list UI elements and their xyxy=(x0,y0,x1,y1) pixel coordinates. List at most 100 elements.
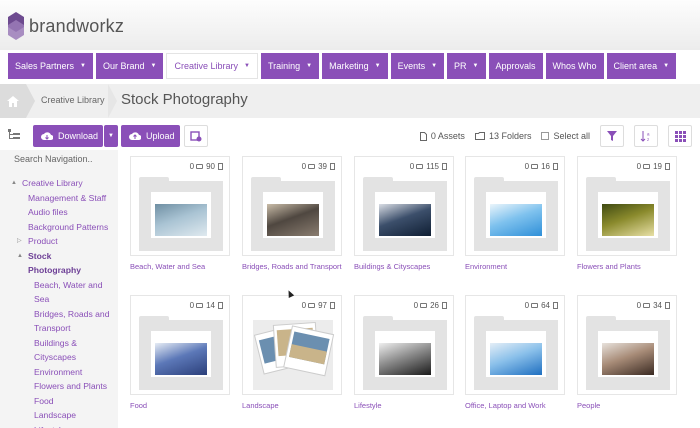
upload-button[interactable]: Upload xyxy=(121,125,180,147)
expand-icon[interactable]: ▷ xyxy=(17,234,22,249)
tree-item[interactable]: ▲ Creative Library xyxy=(0,176,118,191)
svg-text:a: a xyxy=(647,131,650,136)
select-all-checkbox[interactable]: Select all xyxy=(541,131,590,141)
folder-settings-button[interactable] xyxy=(184,125,208,147)
filter-button[interactable] xyxy=(600,125,624,147)
chevron-down-icon: ▼ xyxy=(431,63,438,69)
toolbar-right: 0 Assets 13 Folders Select all a z xyxy=(419,125,692,147)
tree-item-label: Bridges, Roads and xyxy=(34,308,110,319)
tree-item-label: Beach, Water and xyxy=(34,279,103,290)
file-icon xyxy=(442,163,447,170)
folder-card[interactable]: 0 19 xyxy=(577,156,677,256)
tree-item[interactable]: Beach, Water and xyxy=(0,278,118,293)
logo[interactable]: brandworkz xyxy=(8,12,124,40)
collapse-icon[interactable]: ▲ xyxy=(11,176,17,191)
tree-item[interactable]: Food xyxy=(0,394,118,409)
folder-card[interactable]: 0 97 xyxy=(242,295,342,395)
folder-name-link[interactable]: Bridges, Roads and Transport xyxy=(242,262,342,271)
folder-name-link[interactable]: Environment xyxy=(465,262,507,271)
folder-icon xyxy=(643,164,651,169)
home-button[interactable] xyxy=(0,84,26,118)
tree-item[interactable]: Cityscapes xyxy=(0,350,118,365)
folder-name-link[interactable]: Landscape xyxy=(242,401,279,410)
nav-item-events[interactable]: Events ▼ xyxy=(390,53,445,79)
search-navigation-input[interactable]: Search Navigation.. xyxy=(14,154,93,164)
tree-item[interactable]: Audio files xyxy=(0,205,118,220)
nav-item-whos-who[interactable]: Whos Who xyxy=(545,53,604,79)
logo-mark-icon xyxy=(8,12,24,40)
subfolder-count: 0 xyxy=(636,162,642,171)
tree-item[interactable]: Flowers and Plants xyxy=(0,379,118,394)
nav-item-sales-partners[interactable]: Sales Partners ▼ xyxy=(8,53,93,79)
download-button[interactable]: Download xyxy=(33,125,103,147)
settings-icon xyxy=(190,131,202,142)
checkbox-box[interactable] xyxy=(541,132,550,140)
nav-item-label: Approvals xyxy=(495,61,536,71)
nav-item-creative-library[interactable]: Creative Library ▼ xyxy=(166,53,258,79)
tree-item[interactable]: Landscape xyxy=(0,408,118,423)
folders-count: 13 Folders xyxy=(474,131,531,141)
folder-thumbnail-image xyxy=(379,343,431,375)
folder-name-link[interactable]: Food xyxy=(130,401,147,410)
tree-item[interactable]: Photography xyxy=(0,263,118,278)
tree-item[interactable]: Transport xyxy=(0,321,118,336)
folder-card[interactable]: 0 34 xyxy=(577,295,677,395)
folder-card[interactable]: 0 39 xyxy=(242,156,342,256)
file-icon xyxy=(218,163,223,170)
nav-item-client-area[interactable]: Client area ▼ xyxy=(606,53,677,79)
download-options-button[interactable]: ▼ xyxy=(104,125,118,147)
chevron-down-icon: ▼ xyxy=(374,63,381,69)
folder-name-link[interactable]: Office, Laptop and Work xyxy=(465,401,546,410)
folder-name-link[interactable]: Beach, Water and Sea xyxy=(130,262,205,271)
subfolder-count: 0 xyxy=(636,301,642,310)
folder-name-link[interactable]: Lifestyle xyxy=(354,401,382,410)
folder-card[interactable]: 0 14 xyxy=(130,295,230,395)
tree-item[interactable]: Bridges, Roads and xyxy=(0,307,118,322)
chevron-down-icon: ▼ xyxy=(472,63,479,69)
breadcrumb-parent-link[interactable]: Creative Library xyxy=(41,95,105,105)
subfolder-count: 0 xyxy=(409,162,415,171)
folder-icon xyxy=(308,164,316,169)
file-icon xyxy=(665,163,670,170)
folder-card[interactable]: 0 64 xyxy=(465,295,565,395)
folder-name-link[interactable]: Buildings & Cityscapes xyxy=(354,262,430,271)
grid-view-button[interactable] xyxy=(668,125,692,147)
tree-item[interactable]: Background Patterns xyxy=(0,220,118,235)
nav-item-label: Whos Who xyxy=(552,61,597,71)
nav-item-training[interactable]: Training ▼ xyxy=(260,53,320,79)
folder-name-link[interactable]: Flowers and Plants xyxy=(577,262,641,271)
tree-item[interactable]: ▷ Product xyxy=(0,234,118,249)
folder-icon xyxy=(416,164,424,169)
tree-item[interactable]: Management & Staff xyxy=(0,191,118,206)
nav-item-our-brand[interactable]: Our Brand ▼ xyxy=(95,53,164,79)
folder-icon xyxy=(531,303,539,308)
collapse-icon[interactable]: ▲ xyxy=(17,249,23,264)
tree-item[interactable]: Sea xyxy=(0,292,118,307)
svg-text:z: z xyxy=(647,137,650,142)
nav-item-approvals[interactable]: Approvals xyxy=(488,53,543,79)
chevron-down-icon: ▼ xyxy=(244,63,250,69)
file-count: 34 xyxy=(653,301,662,310)
sort-button[interactable]: a z xyxy=(634,125,658,147)
nav-item-pr[interactable]: PR ▼ xyxy=(447,53,486,79)
nav-item-label: Our Brand xyxy=(102,61,145,71)
tree-toggle-icon[interactable] xyxy=(8,129,20,140)
tree-item[interactable]: Environment xyxy=(0,365,118,380)
folder-card[interactable]: 0 26 xyxy=(354,295,454,395)
breadcrumb: Creative Library Stock Photography xyxy=(0,84,700,118)
cloud-upload-icon xyxy=(129,131,141,140)
tree-item-label: Cityscapes xyxy=(34,352,77,362)
upload-label: Upload xyxy=(146,131,175,141)
folder-card[interactable]: 0 90 xyxy=(130,156,230,256)
tree-item[interactable]: ▲ Stock xyxy=(0,249,118,264)
folder-card[interactable]: 0 115 xyxy=(354,156,454,256)
folder-card[interactable]: 0 16 xyxy=(465,156,565,256)
tree-item[interactable]: Lifestyle xyxy=(0,423,118,428)
folder-thumbnail-image xyxy=(267,204,319,236)
page-title: Stock Photography xyxy=(121,91,248,108)
folder-thumbnail-image xyxy=(155,343,207,375)
folder-name-link[interactable]: People xyxy=(577,401,600,410)
home-icon xyxy=(7,95,19,107)
tree-item[interactable]: Buildings & xyxy=(0,336,118,351)
nav-item-marketing[interactable]: Marketing ▼ xyxy=(322,53,388,79)
